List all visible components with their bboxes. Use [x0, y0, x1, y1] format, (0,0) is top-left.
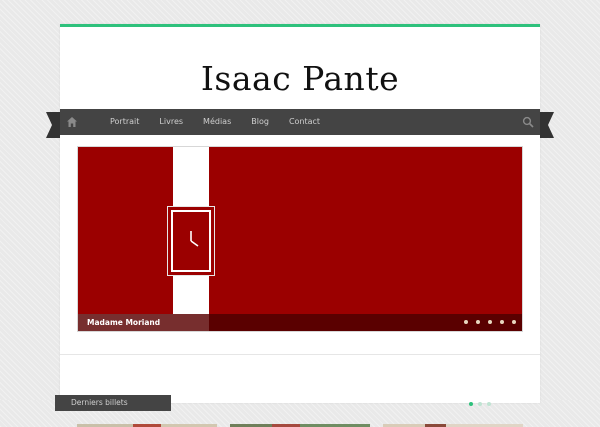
section-divider — [60, 354, 540, 355]
nav-item-contact[interactable]: Contact — [279, 109, 330, 135]
ribbon-left-fold — [46, 112, 60, 138]
featured-slider[interactable]: Madame Moriand — [77, 146, 523, 332]
carousel-dot[interactable] — [478, 402, 482, 406]
slider-pagination — [464, 320, 516, 324]
slider-dot[interactable] — [476, 320, 480, 324]
latest-posts-heading: Derniers billets — [55, 395, 171, 411]
ribbon-right-fold — [540, 112, 554, 138]
slider-dot[interactable] — [488, 320, 492, 324]
carousel-dot[interactable] — [469, 402, 473, 406]
main-navigation: Portrait Livres Médias Blog Contact — [46, 109, 554, 138]
slide-caption[interactable]: Madame Moriand — [87, 314, 160, 331]
watch-face-image — [167, 206, 215, 276]
search-icon[interactable] — [522, 116, 534, 128]
site-title[interactable]: Isaac Pante — [60, 59, 540, 98]
posts-carousel-pagination — [469, 402, 491, 406]
watch-dial — [171, 210, 211, 272]
slider-dot[interactable] — [464, 320, 468, 324]
latest-posts-label: Derniers billets — [71, 398, 128, 407]
slider-dot[interactable] — [500, 320, 504, 324]
home-icon[interactable] — [66, 116, 78, 128]
page-container: Isaac Pante Portrait Livres Médias Blog … — [46, 24, 554, 427]
nav-item-blog[interactable]: Blog — [241, 109, 279, 135]
slider-dot[interactable] — [512, 320, 516, 324]
nav-menu: Portrait Livres Médias Blog Contact — [100, 109, 330, 135]
clock-hands-icon — [190, 231, 199, 247]
nav-item-medias[interactable]: Médias — [193, 109, 241, 135]
carousel-dot[interactable] — [487, 402, 491, 406]
nav-item-portrait[interactable]: Portrait — [100, 109, 149, 135]
slide-caption-bar: Madame Moriand — [78, 314, 522, 331]
nav-item-livres[interactable]: Livres — [149, 109, 193, 135]
